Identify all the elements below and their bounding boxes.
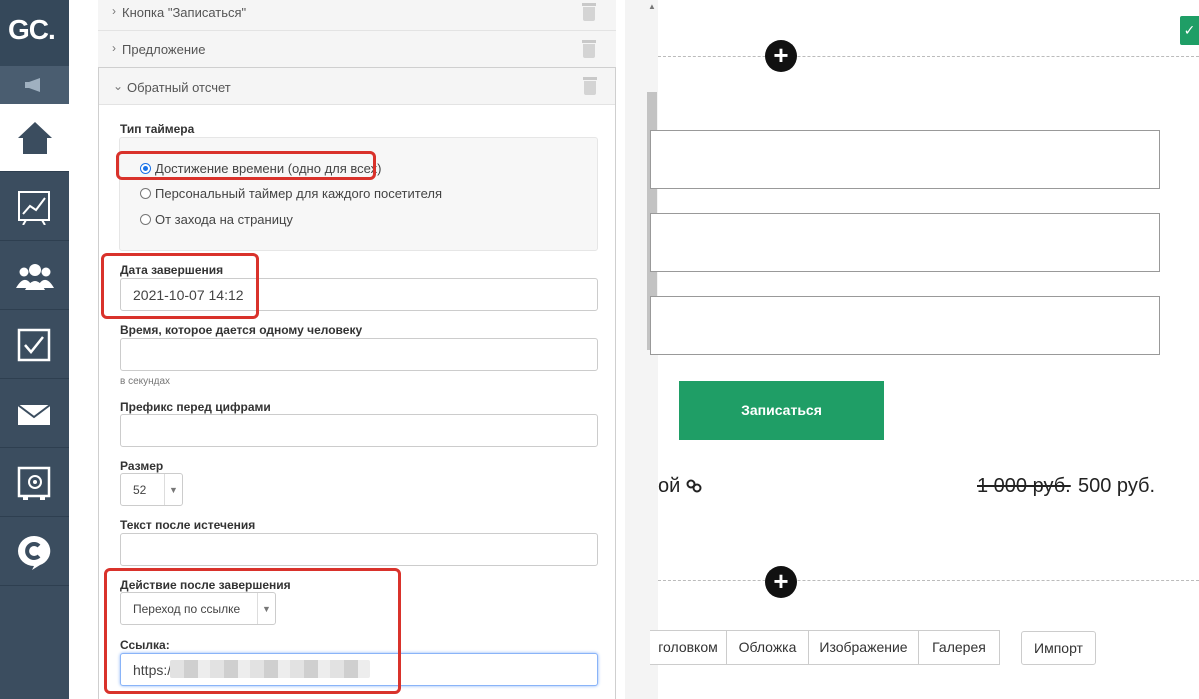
nav-sales[interactable]	[0, 449, 69, 517]
accordion-offer[interactable]: › Предложение	[98, 31, 616, 68]
megaphone-icon	[25, 78, 40, 92]
after-text-label: Текст после истечения	[120, 518, 256, 532]
add-block-button[interactable]: +	[765, 40, 797, 72]
section-title: Обратный отсчет	[127, 80, 231, 95]
preview-input-3[interactable]	[650, 296, 1160, 355]
nav-users[interactable]	[0, 242, 69, 310]
app-root: GC. › Кнопка "Записаться" › Предложение …	[0, 0, 1199, 699]
radio-unchecked[interactable]	[140, 188, 151, 199]
users-icon	[16, 264, 54, 290]
tasks-icon	[17, 328, 51, 362]
highlight-timer-option	[116, 151, 376, 180]
left-nav: GC.	[0, 0, 69, 699]
import-button[interactable]: Импорт	[1021, 631, 1096, 665]
tab-cover[interactable]: Обложка	[727, 631, 809, 664]
size-value: 52	[133, 483, 147, 497]
logo-text: GC.	[8, 14, 56, 45]
accordion-signup-button[interactable]: › Кнопка "Записаться"	[98, 0, 616, 31]
old-price: 1 000 руб.	[977, 475, 1071, 497]
tab-gallery[interactable]: Галерея	[919, 631, 999, 664]
nav-home[interactable]	[0, 104, 69, 172]
per-person-input[interactable]	[120, 338, 598, 371]
prefix-input[interactable]	[120, 414, 598, 447]
new-price: 500 руб.	[1078, 475, 1156, 497]
accordion-label: Кнопка "Записаться"	[122, 5, 247, 20]
nav-statistics[interactable]	[0, 173, 69, 241]
chevron-right-icon: ›	[112, 4, 116, 18]
block-divider	[658, 56, 1199, 57]
chat-icon	[18, 535, 51, 570]
mail-icon	[17, 404, 51, 425]
per-person-label: Время, которое дается одному человеку	[120, 323, 363, 337]
accordion-label: Предложение	[122, 42, 206, 57]
blurred-url	[170, 660, 370, 678]
preview-input-1[interactable]	[650, 130, 1160, 189]
nav-tasks[interactable]	[0, 311, 69, 379]
save-check-button[interactable]: ✓	[1180, 16, 1199, 45]
radio-unchecked[interactable]	[140, 214, 151, 225]
trash-icon[interactable]	[582, 40, 596, 58]
timer-option-on-visit[interactable]: От захода на страницу	[140, 212, 293, 227]
chart-icon	[18, 191, 50, 225]
preview-input-2[interactable]	[650, 213, 1160, 272]
chevron-right-icon: ›	[112, 41, 116, 55]
block-divider	[658, 580, 1199, 581]
prefix-label: Префикс перед цифрами	[120, 400, 271, 414]
timer-type-label: Тип таймера	[120, 122, 195, 136]
trash-icon[interactable]	[583, 77, 597, 95]
countdown-section-header[interactable]: ⌄ Обратный отсчет	[99, 68, 615, 105]
after-text-input[interactable]	[120, 533, 598, 566]
offer-partial-text: ой	[658, 475, 702, 498]
scroll-up-arrow[interactable]: ▲	[648, 2, 656, 11]
safe-icon	[17, 466, 51, 500]
link-icon	[686, 479, 702, 493]
tab-image[interactable]: Изображение	[809, 631, 919, 664]
timer-option-personal[interactable]: Персональный таймер для каждого посетите…	[140, 186, 442, 201]
home-icon	[18, 122, 52, 154]
signup-button[interactable]: Записаться	[679, 381, 884, 440]
block-type-tabs: головком Обложка Изображение Галерея	[650, 630, 1000, 665]
highlight-end-date	[101, 253, 259, 319]
nav-chat[interactable]	[0, 518, 69, 586]
per-person-hint: в секундах	[120, 376, 171, 387]
chevron-down-icon: ⌄	[113, 79, 124, 93]
trash-icon[interactable]	[582, 3, 596, 21]
logo[interactable]: GC.	[0, 0, 69, 66]
size-label: Размер	[120, 459, 164, 473]
add-block-button[interactable]: +	[765, 566, 797, 598]
caret-down-icon: ▼	[164, 474, 182, 505]
tab-heading[interactable]: головком	[650, 631, 727, 664]
size-select[interactable]: 52 ▼	[120, 473, 183, 506]
editor-panel: › Кнопка "Записаться" › Предложение ⌄ Об…	[97, 0, 617, 699]
nav-mail[interactable]	[0, 380, 69, 448]
announcements-button[interactable]	[0, 66, 69, 104]
